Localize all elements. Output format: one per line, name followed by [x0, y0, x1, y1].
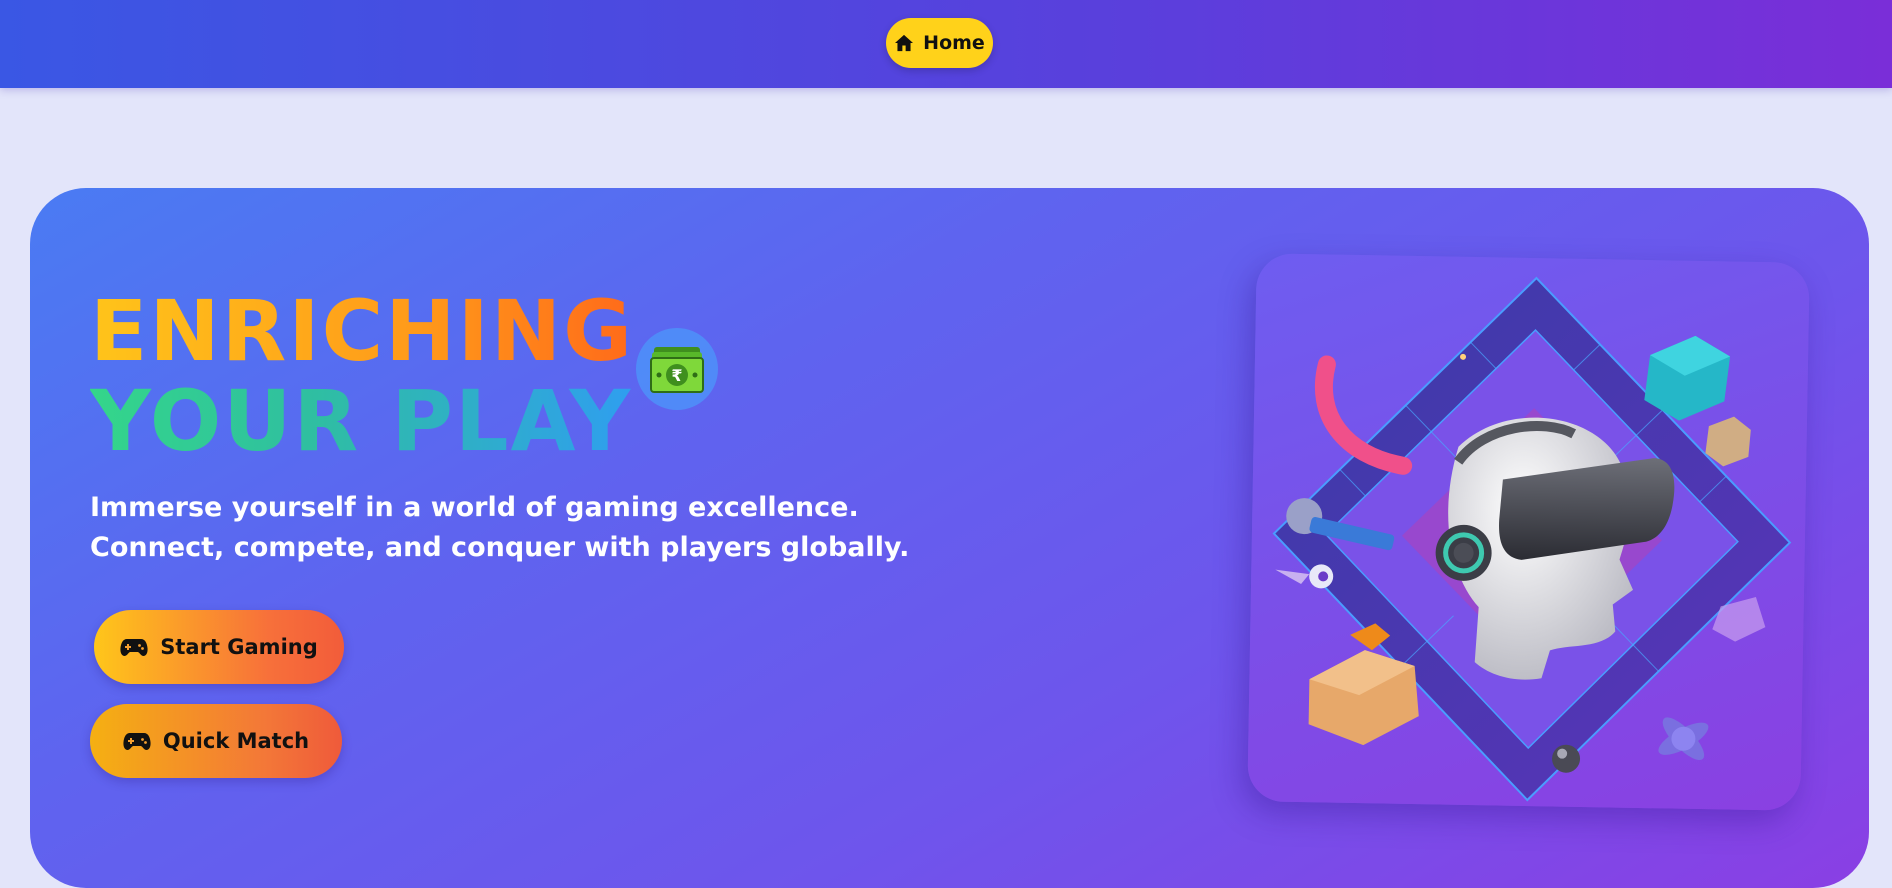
gamepad-icon — [120, 639, 148, 656]
hero-title-line2: YOUR PLAY — [90, 372, 633, 470]
gamepad-icon — [123, 733, 151, 750]
hero-subtitle-line1: Immerse yourself in a world of gaming ex… — [90, 492, 859, 523]
quick-match-button[interactable]: Quick Match — [90, 704, 342, 778]
svg-text:₹: ₹ — [671, 366, 682, 385]
hero-title: ENRICHING YOUR PLAY — [90, 286, 634, 466]
home-button[interactable]: Home — [886, 18, 993, 68]
hero-subtitle-line2: Connect, compete, and conquer with playe… — [90, 532, 910, 563]
home-button-label: Home — [923, 32, 985, 54]
start-gaming-label: Start Gaming — [160, 635, 318, 659]
quick-match-label: Quick Match — [162, 729, 310, 753]
rupee-money-icon: ₹ — [636, 328, 718, 410]
home-icon — [895, 34, 914, 52]
vr-headset-head-illustration — [1247, 253, 1810, 811]
hero-subtitle: Immerse yourself in a world of gaming ex… — [90, 488, 910, 568]
start-gaming-button[interactable]: Start Gaming — [94, 610, 344, 684]
top-navbar: Home — [0, 0, 1892, 88]
hero-section: ENRICHING YOUR PLAY ₹ Immerse yourself i… — [30, 188, 1869, 888]
hero-title-line1: ENRICHING — [90, 282, 635, 380]
